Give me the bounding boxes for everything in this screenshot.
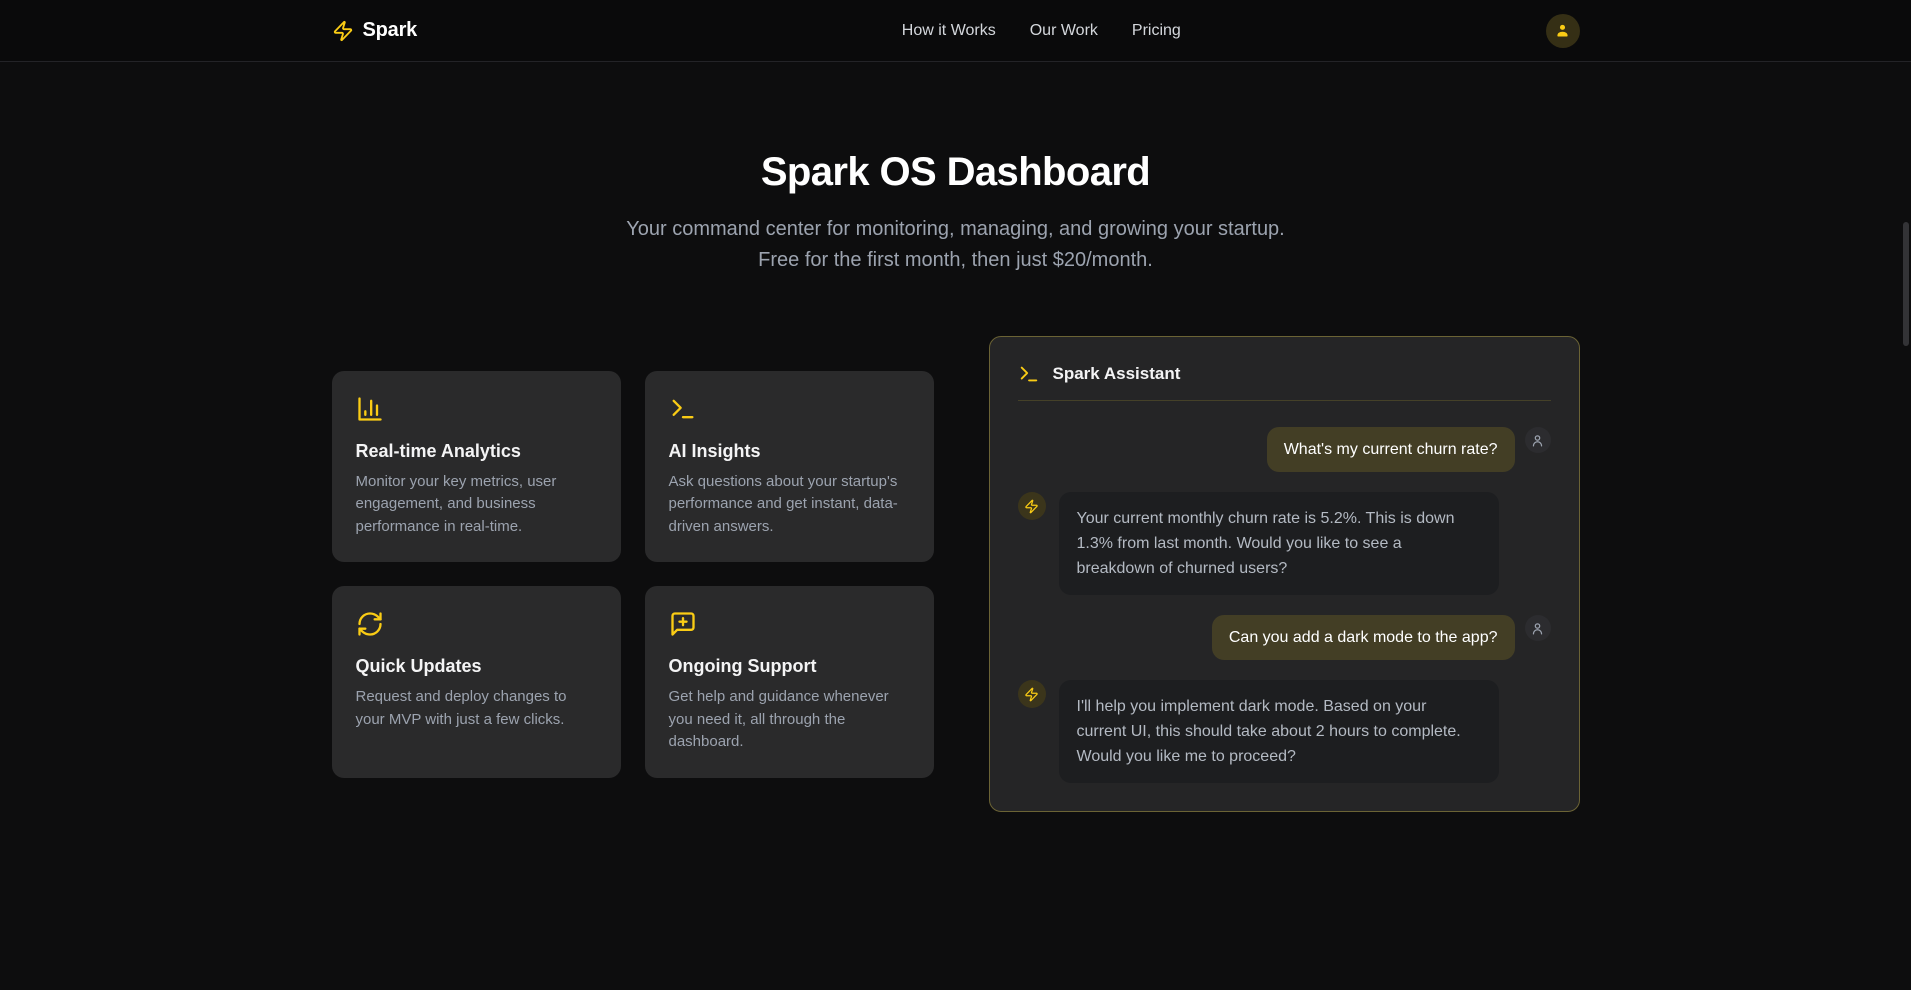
user-icon <box>1554 22 1571 39</box>
chat-row-assistant: Your current monthly churn rate is 5.2%.… <box>1018 492 1551 595</box>
chat-message-assistant: I'll help you implement dark mode. Based… <box>1059 680 1499 783</box>
terminal-icon <box>1018 363 1040 385</box>
feature-card-real-time-analytics: Real-time Analytics Monitor your key met… <box>332 371 621 563</box>
feature-grid: Real-time Analytics Monitor your key met… <box>332 371 934 778</box>
bar-chart-icon <box>356 395 597 423</box>
user-avatar <box>1525 615 1551 641</box>
message-square-plus-icon <box>669 610 910 638</box>
page-title: Spark OS Dashboard <box>0 148 1911 196</box>
account-button[interactable] <box>1546 14 1580 48</box>
panel-divider <box>1018 400 1551 401</box>
feature-description: Monitor your key metrics, user engagemen… <box>356 471 597 539</box>
user-avatar <box>1525 427 1551 453</box>
chat-message-assistant: Your current monthly churn rate is 5.2%.… <box>1059 492 1499 595</box>
feature-card-ongoing-support: Ongoing Support Get help and guidance wh… <box>645 586 934 778</box>
refresh-icon <box>356 610 597 638</box>
scrollbar-thumb[interactable] <box>1903 222 1909 346</box>
top-nav: Spark How it Works Our Work Pricing <box>0 0 1911 62</box>
nav-link-pricing[interactable]: Pricing <box>1132 22 1181 40</box>
chat-messages: What's my current churn rate? Your curre… <box>1018 427 1551 783</box>
chat-row-user: What's my current churn rate? <box>1018 427 1551 472</box>
feature-title: AI Insights <box>669 441 910 462</box>
assistant-avatar <box>1018 492 1046 520</box>
assistant-panel-title: Spark Assistant <box>1053 364 1181 384</box>
assistant-panel: Spark Assistant What's my current churn … <box>989 336 1580 812</box>
nav-link-our-work[interactable]: Our Work <box>1030 22 1098 40</box>
feature-title: Quick Updates <box>356 656 597 677</box>
feature-description: Get help and guidance whenever you need … <box>669 686 910 754</box>
assistant-avatar <box>1018 680 1046 708</box>
chat-message-user: Can you add a dark mode to the app? <box>1212 615 1515 660</box>
brand[interactable]: Spark <box>332 19 418 42</box>
feature-description: Request and deploy changes to your MVP w… <box>356 686 597 731</box>
chat-row-user: Can you add a dark mode to the app? <box>1018 615 1551 660</box>
chat-row-assistant: I'll help you implement dark mode. Based… <box>1018 680 1551 783</box>
brand-name: Spark <box>363 19 418 42</box>
assistant-panel-header: Spark Assistant <box>1018 363 1551 385</box>
hero-subtitle: Your command center for monitoring, mana… <box>611 214 1301 276</box>
zap-icon <box>332 20 354 42</box>
terminal-icon <box>669 395 910 423</box>
feature-title: Ongoing Support <box>669 656 910 677</box>
feature-card-quick-updates: Quick Updates Request and deploy changes… <box>332 586 621 778</box>
nav-links: How it Works Our Work Pricing <box>902 22 1181 40</box>
nav-link-how-it-works[interactable]: How it Works <box>902 22 996 40</box>
hero-section: Spark OS Dashboard Your command center f… <box>0 62 1911 276</box>
feature-description: Ask questions about your startup's perfo… <box>669 471 910 539</box>
feature-title: Real-time Analytics <box>356 441 597 462</box>
feature-card-ai-insights: AI Insights Ask questions about your sta… <box>645 371 934 563</box>
chat-message-user: What's my current churn rate? <box>1267 427 1515 472</box>
